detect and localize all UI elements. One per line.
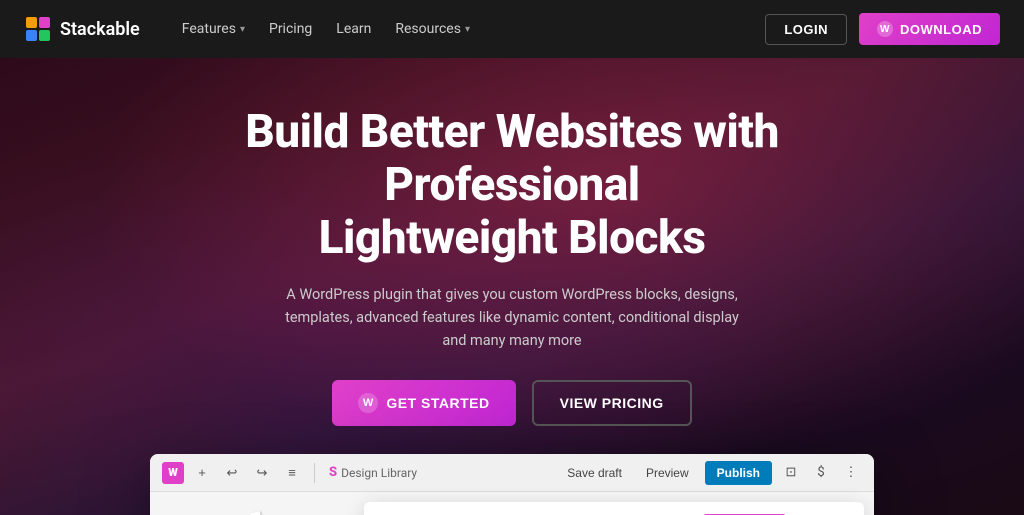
wordpress-toolbar-icon: W bbox=[162, 462, 184, 484]
editor-toolbar: W + ↩ ↪ ≡ S Design Library Save draft Pr… bbox=[150, 454, 874, 492]
add-block-button[interactable]: + bbox=[190, 461, 214, 485]
toolbar-right: Save draft Preview Publish ⊡ $ ⋮ bbox=[559, 461, 862, 485]
design-library-label: Design Library bbox=[341, 466, 417, 480]
editor-content: Stackable Design Library Block Designs U… bbox=[150, 492, 874, 515]
hero-section: Build Better Websites with Professional … bbox=[0, 58, 1024, 515]
logo[interactable]: Stackable bbox=[24, 15, 140, 43]
login-button[interactable]: LOGIN bbox=[765, 14, 847, 45]
hero-title: Build Better Websites with Professional … bbox=[122, 106, 902, 265]
cursor-area bbox=[160, 502, 354, 515]
navbar: Stackable Features ▾ Pricing Learn Resou… bbox=[0, 0, 1024, 58]
settings-icon[interactable]: ⊡ bbox=[780, 462, 802, 484]
toolbar-separator bbox=[314, 463, 315, 483]
design-library-panel: Stackable Design Library Block Designs U… bbox=[364, 502, 864, 515]
hero-buttons: W GET STARTED VIEW PRICING bbox=[332, 380, 691, 426]
nav-right: LOGIN W DOWNLOAD bbox=[765, 13, 1000, 45]
undo-button[interactable]: ↩ bbox=[220, 461, 244, 485]
logo-text: Stackable bbox=[60, 19, 140, 40]
publish-button[interactable]: Publish bbox=[705, 461, 772, 485]
get-started-button[interactable]: W GET STARTED bbox=[332, 380, 515, 426]
redo-button[interactable]: ↪ bbox=[250, 461, 274, 485]
save-draft-button[interactable]: Save draft bbox=[559, 462, 630, 484]
design-library-header: Stackable Design Library Block Designs U… bbox=[364, 502, 864, 515]
list-view-button[interactable]: ≡ bbox=[280, 461, 304, 485]
chevron-down-icon: ▾ bbox=[465, 24, 470, 35]
more-options-icon[interactable]: ⋮ bbox=[840, 462, 862, 484]
nav-left: Stackable Features ▾ Pricing Learn Resou… bbox=[24, 15, 480, 43]
chevron-down-icon: ▾ bbox=[240, 24, 245, 35]
wordpress-icon: W bbox=[877, 21, 893, 37]
nav-learn[interactable]: Learn bbox=[326, 15, 381, 43]
nav-resources[interactable]: Resources ▾ bbox=[385, 15, 480, 43]
nav-features[interactable]: Features ▾ bbox=[172, 15, 255, 43]
stackable-icon[interactable]: $ bbox=[810, 462, 832, 484]
download-button[interactable]: W DOWNLOAD bbox=[859, 13, 1000, 45]
stackable-logo-icon bbox=[24, 15, 52, 43]
wordpress-icon: W bbox=[358, 393, 378, 413]
cursor-icon bbox=[250, 511, 264, 515]
hero-subtitle: A WordPress plugin that gives you custom… bbox=[282, 283, 742, 353]
view-pricing-button[interactable]: VIEW PRICING bbox=[532, 380, 692, 426]
toolbar-center: S Design Library bbox=[329, 465, 417, 480]
preview-button[interactable]: Preview bbox=[638, 462, 697, 484]
stackable-s-logo: S bbox=[329, 465, 337, 480]
editor-preview: W + ↩ ↪ ≡ S Design Library Save draft Pr… bbox=[150, 454, 874, 515]
nav-pricing[interactable]: Pricing bbox=[259, 15, 322, 43]
nav-links: Features ▾ Pricing Learn Resources ▾ bbox=[172, 15, 480, 43]
